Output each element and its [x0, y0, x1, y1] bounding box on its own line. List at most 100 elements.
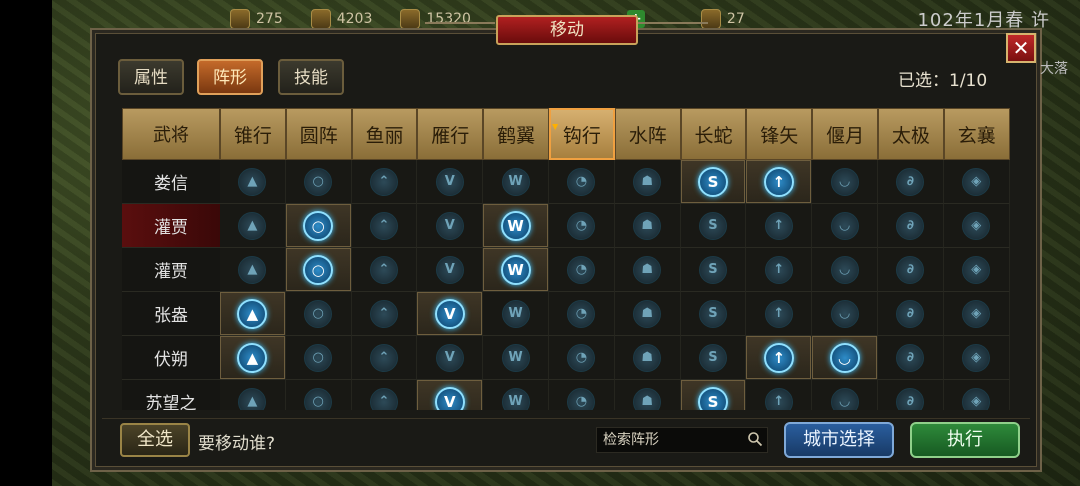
formation-slot[interactable]: V: [417, 160, 484, 204]
formation-slot[interactable]: ◈: [943, 204, 1010, 248]
formation-header[interactable]: 长蛇: [680, 108, 747, 160]
formation-slot[interactable]: ○: [285, 204, 352, 248]
formation-slot[interactable]: ◔: [549, 380, 615, 410]
formation-slot[interactable]: ⌃: [351, 380, 418, 410]
formation-slot[interactable]: ☗: [614, 292, 681, 336]
formation-slot[interactable]: W: [483, 248, 549, 292]
formation-slot[interactable]: ▲: [220, 380, 286, 410]
formation-slot[interactable]: V: [417, 292, 484, 336]
search-icon[interactable]: [747, 431, 763, 447]
formation-slot[interactable]: ▲: [220, 336, 286, 380]
tab-formation[interactable]: 阵形: [197, 59, 263, 95]
formation-slot[interactable]: ↑: [746, 336, 813, 380]
formation-slot[interactable]: W: [483, 292, 549, 336]
formation-slot[interactable]: ⌃: [351, 204, 418, 248]
formation-header[interactable]: 雁行: [417, 108, 484, 160]
formation-slot[interactable]: ∂: [878, 336, 944, 380]
formation-slot[interactable]: V: [417, 380, 484, 410]
formation-header[interactable]: 鱼丽: [351, 108, 418, 160]
formation-slot[interactable]: ◡: [812, 380, 878, 410]
formation-slot[interactable]: ↑: [746, 380, 813, 410]
formation-slot[interactable]: ◔: [549, 204, 615, 248]
formation-slot[interactable]: S: [680, 336, 747, 380]
formation-slot[interactable]: ⌃: [351, 160, 418, 204]
general-name[interactable]: 苏望之: [122, 380, 220, 410]
formation-slot[interactable]: ☗: [614, 380, 681, 410]
formation-slot[interactable]: ○: [285, 248, 352, 292]
formation-slot[interactable]: ☗: [614, 336, 681, 380]
general-name[interactable]: 灌贾: [122, 248, 220, 292]
formation-slot[interactable]: ⌃: [351, 292, 418, 336]
formation-slot[interactable]: ◈: [943, 336, 1010, 380]
formation-slot[interactable]: ▲: [220, 292, 286, 336]
formation-slot[interactable]: S: [680, 380, 747, 410]
formation-header[interactable]: 鹤翼: [483, 108, 549, 160]
select-all-button[interactable]: 全选: [120, 423, 190, 457]
formation-slot[interactable]: V: [417, 248, 484, 292]
formation-slot[interactable]: ▲: [220, 248, 286, 292]
formation-slot[interactable]: ▲: [220, 204, 286, 248]
formation-slot[interactable]: V: [417, 204, 484, 248]
general-name[interactable]: 娄信: [122, 160, 220, 204]
formation-slot[interactable]: ◔: [549, 292, 615, 336]
formation-slot[interactable]: S: [680, 160, 747, 204]
city-select-button[interactable]: 城市选择: [784, 422, 894, 458]
formation-slot[interactable]: ☗: [614, 160, 681, 204]
formation-slot[interactable]: S: [680, 248, 747, 292]
formation-slot[interactable]: ∂: [878, 380, 944, 410]
formation-slot[interactable]: ∂: [878, 248, 944, 292]
formation-slot[interactable]: ∂: [878, 204, 944, 248]
tab-attributes[interactable]: 属性: [118, 59, 184, 95]
close-button[interactable]: ✕: [1006, 33, 1036, 63]
formation-header[interactable]: 偃月: [812, 108, 878, 160]
formation-header[interactable]: 锋矢: [746, 108, 813, 160]
formation-slot[interactable]: ○: [285, 292, 352, 336]
formation-slot[interactable]: W: [483, 380, 549, 410]
formation-slot[interactable]: V: [417, 336, 484, 380]
formation-slot[interactable]: ↑: [746, 160, 813, 204]
formation-slot[interactable]: ▲: [220, 160, 286, 204]
formation-search-input[interactable]: 检索阵形: [596, 427, 768, 453]
formation-slot[interactable]: W: [483, 336, 549, 380]
formation-slot[interactable]: ◈: [943, 160, 1010, 204]
formation-slot[interactable]: ∂: [878, 160, 944, 204]
formation-slot[interactable]: ◡: [812, 248, 878, 292]
formation-slot[interactable]: S: [680, 292, 747, 336]
formation-header[interactable]: 玄襄: [943, 108, 1010, 160]
formation-slot[interactable]: ◡: [812, 204, 878, 248]
formation-slot[interactable]: ○: [285, 380, 352, 410]
formation-slot[interactable]: ⌃: [351, 336, 418, 380]
formation-slot[interactable]: ◈: [943, 292, 1010, 336]
execute-button[interactable]: 执行: [910, 422, 1020, 458]
formation-slot[interactable]: ◔: [549, 248, 615, 292]
formation-slot[interactable]: ↑: [746, 292, 813, 336]
formation-slot[interactable]: ◈: [943, 380, 1010, 410]
formation-header[interactable]: 钩行: [549, 108, 615, 160]
formation-slot[interactable]: W: [483, 160, 549, 204]
formation-slot[interactable]: ◡: [812, 336, 878, 380]
formation-slot[interactable]: W: [483, 204, 549, 248]
formation-header[interactable]: 太极: [878, 108, 944, 160]
formation-slot[interactable]: ↑: [746, 248, 813, 292]
formation-slot[interactable]: S: [680, 204, 747, 248]
formation-slot[interactable]: ◈: [943, 248, 1010, 292]
formation-slot[interactable]: ○: [285, 336, 352, 380]
formation-header[interactable]: 锥行: [220, 108, 286, 160]
general-name[interactable]: 伏朔: [122, 336, 220, 380]
formation-icon: V: [435, 343, 464, 372]
formation-slot[interactable]: ◔: [549, 160, 615, 204]
general-name[interactable]: 张盎: [122, 292, 220, 336]
formation-slot[interactable]: ◔: [549, 336, 615, 380]
formation-slot[interactable]: ∂: [878, 292, 944, 336]
formation-slot[interactable]: ☗: [614, 204, 681, 248]
formation-slot[interactable]: ◡: [812, 292, 878, 336]
formation-header[interactable]: 圆阵: [285, 108, 352, 160]
formation-slot[interactable]: ○: [285, 160, 352, 204]
formation-slot[interactable]: ↑: [746, 204, 813, 248]
formation-slot[interactable]: ◡: [812, 160, 878, 204]
formation-slot[interactable]: ⌃: [351, 248, 418, 292]
formation-slot[interactable]: ☗: [614, 248, 681, 292]
formation-header[interactable]: 水阵: [614, 108, 681, 160]
tab-skills[interactable]: 技能: [278, 59, 344, 95]
general-name[interactable]: 灌贾: [122, 204, 220, 248]
